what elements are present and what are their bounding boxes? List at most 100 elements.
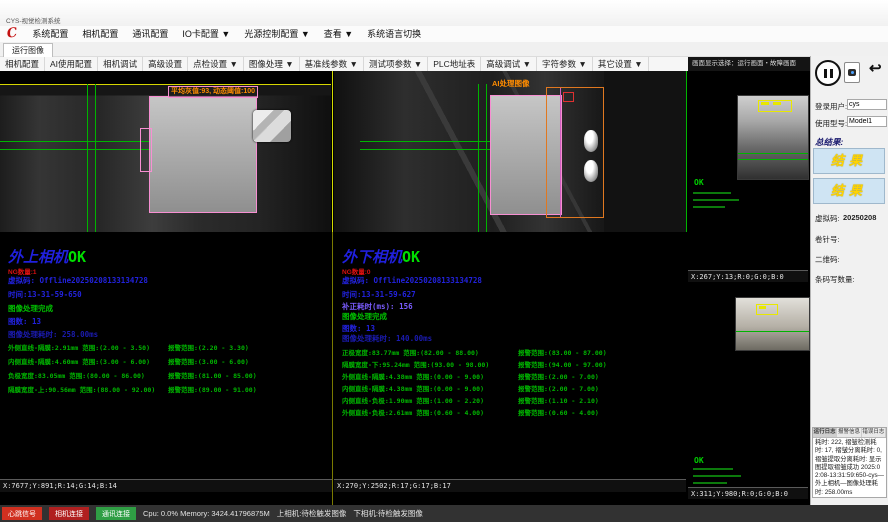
lower-camera-status: 下相机:待检触发图像 bbox=[353, 508, 423, 519]
preview-camera-2: OK bbox=[688, 283, 808, 487]
camera-icon bbox=[848, 69, 856, 76]
toolbar-button[interactable]: 点检设置 ▼ bbox=[188, 57, 244, 71]
overlay-hline bbox=[738, 159, 808, 160]
dark-region bbox=[604, 71, 686, 232]
log-tab-alarm[interactable]: 报警信息 bbox=[837, 428, 861, 437]
done-line: 图像处理完成 bbox=[8, 303, 53, 314]
mid-result-title: 外下相机OK bbox=[342, 246, 420, 267]
left-pixel-caption: X:7677;Y:891;R:14;G:14;B:14 bbox=[0, 479, 332, 492]
measurement-row: 内侧直线-负极:1.90mm 范围:(1.00 - 2.20) 报警范围:(1.… bbox=[342, 395, 686, 407]
alarm-range: 报警范围:(94.00 - 97.00) bbox=[518, 359, 607, 369]
time-line: 时间:13-31-59-627 bbox=[342, 289, 416, 300]
model-label: 使用型号: bbox=[815, 118, 847, 129]
menu-item[interactable]: 查看 ▼ bbox=[317, 26, 360, 42]
toolbar-button[interactable]: 基准线参数 ▼ bbox=[300, 57, 364, 71]
toolbar-button[interactable]: PLC地址表 bbox=[428, 57, 481, 71]
mid-camera-image: AI处理图像 bbox=[334, 71, 686, 232]
right-sidebar: ↩ 登录用户: 使用型号: 总结果: 结果 结果 虚拟码: 20250208 卷… bbox=[810, 56, 888, 505]
measurement-row: 负极宽度:83.05mm 范围:(80.00 - 86.00) 报警范围:(81… bbox=[8, 370, 330, 384]
toolbar-button[interactable]: AI使用配置 bbox=[45, 57, 98, 71]
measurement-row: 内侧直线-隔膜:4.60mm 范围:(3.00 - 6.00) 报警范围:(3.… bbox=[8, 356, 330, 370]
toolbar-button[interactable]: 高级调试 ▼ bbox=[481, 57, 537, 71]
alarm-range: 报警范围:(89.00 - 91.00) bbox=[168, 384, 257, 394]
menu-item[interactable]: 相机配置 bbox=[75, 26, 125, 42]
toolbar-button[interactable]: 图像处理 ▼ bbox=[244, 57, 300, 71]
alarm-range: 报警范围:(2.00 - 7.00) bbox=[518, 383, 599, 393]
result-box-1: 结果 bbox=[813, 148, 885, 174]
camera-name: 外上相机 bbox=[8, 248, 68, 266]
result-text-line bbox=[693, 482, 727, 484]
overlay-vline bbox=[486, 84, 487, 232]
measurement-value: 外侧直线-隔膜:4.38mm 范围:(0.00 - 9.00) bbox=[342, 371, 484, 381]
log-tab-run[interactable]: 运行日志 bbox=[813, 428, 837, 437]
gray-value-label: 平均灰值:93, 动态阈值:100 bbox=[168, 86, 258, 98]
log-tab-error[interactable]: 错误日志 bbox=[862, 428, 886, 437]
menu-bar: C 系统配置相机配置通讯配置IO卡配置 ▼光源控制配置 ▼查看 ▼系统语言切换 bbox=[0, 26, 888, 42]
overlay-vline bbox=[95, 84, 96, 232]
menu-item[interactable]: 光源控制配置 ▼ bbox=[237, 26, 316, 42]
tab-run-image[interactable]: 运行图像 bbox=[3, 43, 53, 58]
yellow-mark bbox=[773, 102, 781, 105]
log-panel: 运行日志 报警信息 错误日志 耗时: 222, 褶皱检测耗时: 17, 褶皱分离… bbox=[812, 427, 887, 498]
measurement-value: 负极宽度:83.05mm 范围:(80.00 - 86.00) bbox=[8, 370, 145, 380]
panel-divider-bright bbox=[332, 71, 333, 232]
alarm-range: 报警范围:(1.10 - 2.10) bbox=[518, 395, 599, 405]
undo-arrow-icon: ↩ bbox=[869, 60, 882, 77]
pause-button[interactable] bbox=[815, 60, 841, 86]
menu-item[interactable]: 系统配置 bbox=[25, 26, 75, 42]
overlay-hline bbox=[738, 153, 808, 154]
result-text-line bbox=[693, 199, 739, 201]
measurement-value: 隔膜宽度-下:95.24mm 范围:(93.00 - 98.00) bbox=[342, 359, 489, 369]
electrode-region bbox=[149, 96, 257, 213]
overlay-vline bbox=[87, 84, 88, 232]
upper-camera-status: 上相机:待检触发图像 bbox=[277, 508, 347, 519]
barcode-value: 20250208 bbox=[843, 213, 876, 222]
overlay-hline bbox=[0, 149, 150, 150]
toolbar-button[interactable]: 字符参数 ▼ bbox=[537, 57, 593, 71]
qr-code-label: 二维码: bbox=[815, 254, 840, 265]
toolbar-button[interactable]: 相机调试 bbox=[98, 57, 143, 71]
ai-roi-box bbox=[546, 87, 604, 218]
preview1-ok: OK bbox=[694, 178, 704, 187]
model-input[interactable] bbox=[847, 116, 887, 127]
mid-measurements: 正极宽度:83.77mm 范围:(82.00 - 88.00) 报警范围:(83… bbox=[342, 347, 686, 419]
preview2-ok: OK bbox=[694, 456, 704, 465]
status-bar: 心跳信号 相机连接 通讯连接 Cpu: 0.0% Memory: 3424.41… bbox=[0, 505, 888, 522]
tab-bar: 运行图像 bbox=[0, 42, 888, 57]
gripper-part bbox=[253, 110, 291, 142]
result-text-line bbox=[693, 475, 741, 477]
result-text-line bbox=[693, 206, 725, 208]
barcode-line: 虚拟码: Offline20250208133134728 bbox=[8, 275, 148, 286]
screen-select-bar[interactable]: 画面显示选择：运行画面・故障画面 bbox=[688, 57, 810, 71]
menu-item[interactable]: 系统语言切换 bbox=[360, 26, 428, 42]
camera-status-badge: 相机连接 bbox=[49, 507, 89, 520]
roi-box bbox=[140, 128, 152, 172]
total-result-label: 总结果: bbox=[815, 136, 843, 148]
back-button[interactable]: ↩ bbox=[869, 61, 882, 76]
barcode-label: 虚拟码: bbox=[815, 213, 840, 224]
ai-image-label: AI处理图像 bbox=[492, 78, 530, 89]
toolbar-button[interactable]: 测试项参数 ▼ bbox=[364, 57, 428, 71]
result-text-line bbox=[693, 468, 733, 470]
reel-number-label: 卷针号: bbox=[815, 234, 840, 245]
toolbar-button[interactable]: 其它设置 ▼ bbox=[593, 57, 649, 71]
preview2-image bbox=[735, 297, 810, 351]
frame-line: 图数: 13 bbox=[8, 316, 41, 327]
overlay-hline bbox=[0, 141, 150, 142]
reflection-blob bbox=[584, 160, 598, 182]
menu-item[interactable]: 通讯配置 bbox=[125, 26, 175, 42]
toolbar-button[interactable]: 相机配置 bbox=[0, 57, 45, 71]
snapshot-button[interactable] bbox=[844, 62, 860, 83]
log-tabs: 运行日志 报警信息 错误日志 bbox=[813, 428, 886, 438]
preview1-image bbox=[737, 95, 809, 180]
barcode-line: 虚拟码: Offline20250208133134728 bbox=[342, 275, 482, 286]
alarm-range: 报警范围:(81.00 - 85.00) bbox=[168, 370, 257, 380]
log-body[interactable]: 耗时: 222, 褶皱检测耗时: 17, 褶皱分离耗时: 0, 褶皱提取分离耗时… bbox=[813, 438, 886, 498]
camera-name: 外下相机 bbox=[342, 248, 402, 266]
login-user-input[interactable] bbox=[847, 99, 887, 110]
toolbar-button[interactable]: 高级设置 bbox=[143, 57, 188, 71]
overlay-baseline bbox=[0, 84, 331, 85]
menu-item[interactable]: IO卡配置 ▼ bbox=[175, 26, 237, 42]
measurement-row: 隔膜宽度-下:95.24mm 范围:(93.00 - 98.00) 报警范围:(… bbox=[342, 359, 686, 371]
pause-icon bbox=[824, 69, 827, 78]
